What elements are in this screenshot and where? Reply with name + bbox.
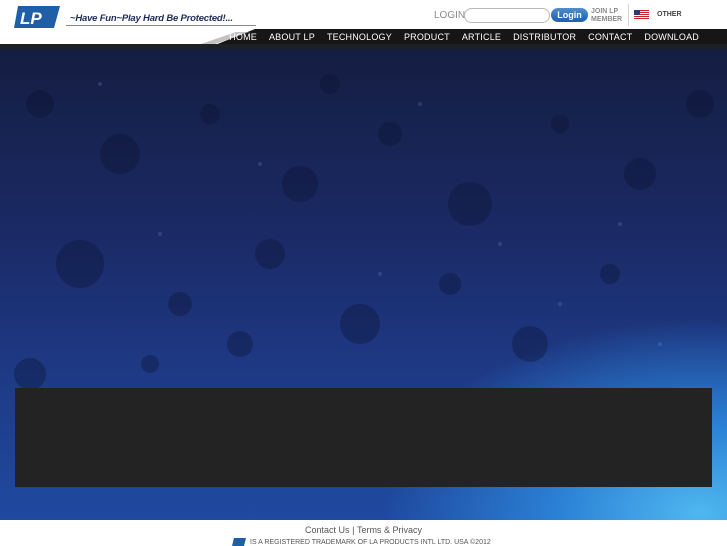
terms-privacy-link[interactable]: Terms & Privacy (357, 525, 422, 535)
nav-product[interactable]: PRODUCT (398, 29, 456, 45)
us-flag-icon[interactable] (634, 10, 649, 19)
hero-background (0, 44, 727, 520)
other-region-link[interactable]: OTHER (657, 11, 682, 18)
contact-us-link[interactable]: Contact Us (305, 525, 350, 535)
join-line-2: MEMBER (591, 16, 623, 23)
content-panel (15, 388, 712, 487)
slogan: ~Have Fun~Play Hard Be Protected!... (70, 13, 233, 24)
nav-download[interactable]: DOWNLOAD (638, 29, 705, 45)
nav-article[interactable]: ARTICLE (456, 29, 507, 45)
main-nav: HOME ABOUT LP TECHNOLOGY PRODUCT ARTICLE… (223, 29, 705, 45)
svg-text:LP: LP (20, 9, 42, 28)
join-line-1: JOIN LP (591, 8, 619, 15)
nav-about[interactable]: ABOUT LP (263, 29, 321, 45)
login-input[interactable] (464, 8, 550, 23)
footer-separator: | (352, 525, 355, 535)
login-button[interactable]: Login (551, 8, 588, 22)
site-footer: Contact Us | Terms & Privacy IS A REGIST… (0, 520, 727, 546)
nav-technology[interactable]: TECHNOLOGY (321, 29, 398, 45)
nav-distributor[interactable]: DISTRIBUTOR (507, 29, 582, 45)
slogan-underline (66, 25, 256, 26)
nav-contact[interactable]: CONTACT (582, 29, 638, 45)
login-label: LOGIN (434, 10, 466, 21)
footer-links: Contact Us | Terms & Privacy (0, 525, 727, 535)
header-divider (628, 4, 629, 26)
join-member-link[interactable]: JOIN LP MEMBER (591, 8, 627, 24)
nav-home[interactable]: HOME (223, 29, 263, 45)
